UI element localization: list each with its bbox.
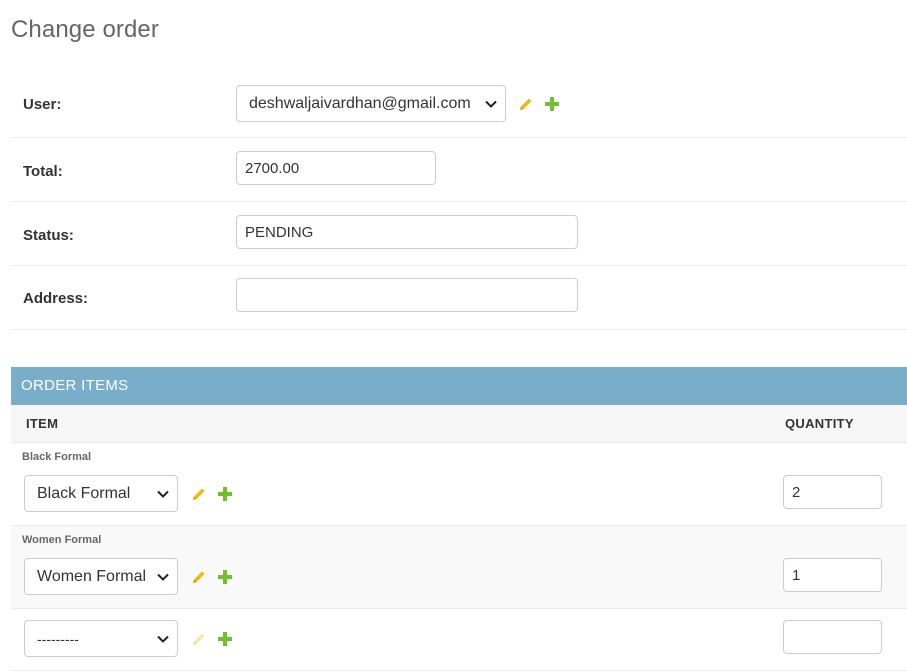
- form-row-user: User: deshwaljaivardhan@gmail.com: [11, 70, 907, 138]
- column-header-quantity: QUANTITY: [785, 416, 854, 431]
- order-item-select[interactable]: Black Formal: [24, 475, 178, 512]
- page-title: Change order: [11, 16, 159, 43]
- user-label: User:: [23, 96, 62, 113]
- quantity-input[interactable]: [783, 558, 882, 592]
- form-row-status: Status:: [11, 202, 907, 266]
- order-item-title: Women Formal: [22, 534, 102, 546]
- total-input[interactable]: [236, 151, 436, 185]
- order-item-row-empty: ---------: [11, 609, 907, 671]
- address-input[interactable]: [236, 278, 578, 312]
- status-input[interactable]: [236, 215, 578, 249]
- order-item-select[interactable]: ---------: [24, 620, 178, 657]
- chevron-down-icon: [157, 490, 169, 498]
- chevron-down-icon: [485, 100, 497, 108]
- add-user-plus-icon[interactable]: [544, 96, 560, 112]
- add-item-plus-icon[interactable]: [217, 569, 233, 585]
- edit-user-pencil-icon[interactable]: [518, 96, 534, 112]
- order-item-select-value: Women Formal: [37, 567, 147, 585]
- order-item-select-value: Black Formal: [37, 484, 131, 502]
- edit-item-pencil-icon[interactable]: [191, 486, 207, 502]
- order-item-select-value: ---------: [37, 630, 79, 647]
- quantity-input[interactable]: [783, 620, 882, 654]
- edit-item-pencil-icon[interactable]: [191, 569, 207, 585]
- status-label: Status:: [23, 227, 74, 244]
- order-item-title: Black Formal: [22, 451, 92, 463]
- total-label: Total:: [23, 163, 63, 180]
- chevron-down-icon: [157, 635, 169, 643]
- address-label: Address:: [23, 290, 89, 307]
- order-item-row-1: Black Formal Black Formal: [11, 443, 907, 526]
- quantity-input[interactable]: [783, 475, 882, 509]
- order-item-select[interactable]: Women Formal: [24, 558, 178, 595]
- order-items-header: ORDER ITEMS: [11, 367, 907, 405]
- order-item-row-2: Women Formal Women Formal: [11, 526, 907, 609]
- chevron-down-icon: [157, 573, 169, 581]
- add-item-plus-icon[interactable]: [217, 631, 233, 647]
- user-select[interactable]: deshwaljaivardhan@gmail.com: [236, 85, 506, 122]
- form-row-address: Address:: [11, 266, 907, 330]
- add-item-plus-icon[interactable]: [217, 486, 233, 502]
- edit-item-pencil-icon: [191, 631, 207, 647]
- column-header-item: ITEM: [26, 416, 59, 431]
- form-row-total: Total:: [11, 138, 907, 202]
- order-items-column-headers: ITEM QUANTITY: [11, 405, 907, 443]
- user-select-value: deshwaljaivardhan@gmail.com: [249, 94, 471, 112]
